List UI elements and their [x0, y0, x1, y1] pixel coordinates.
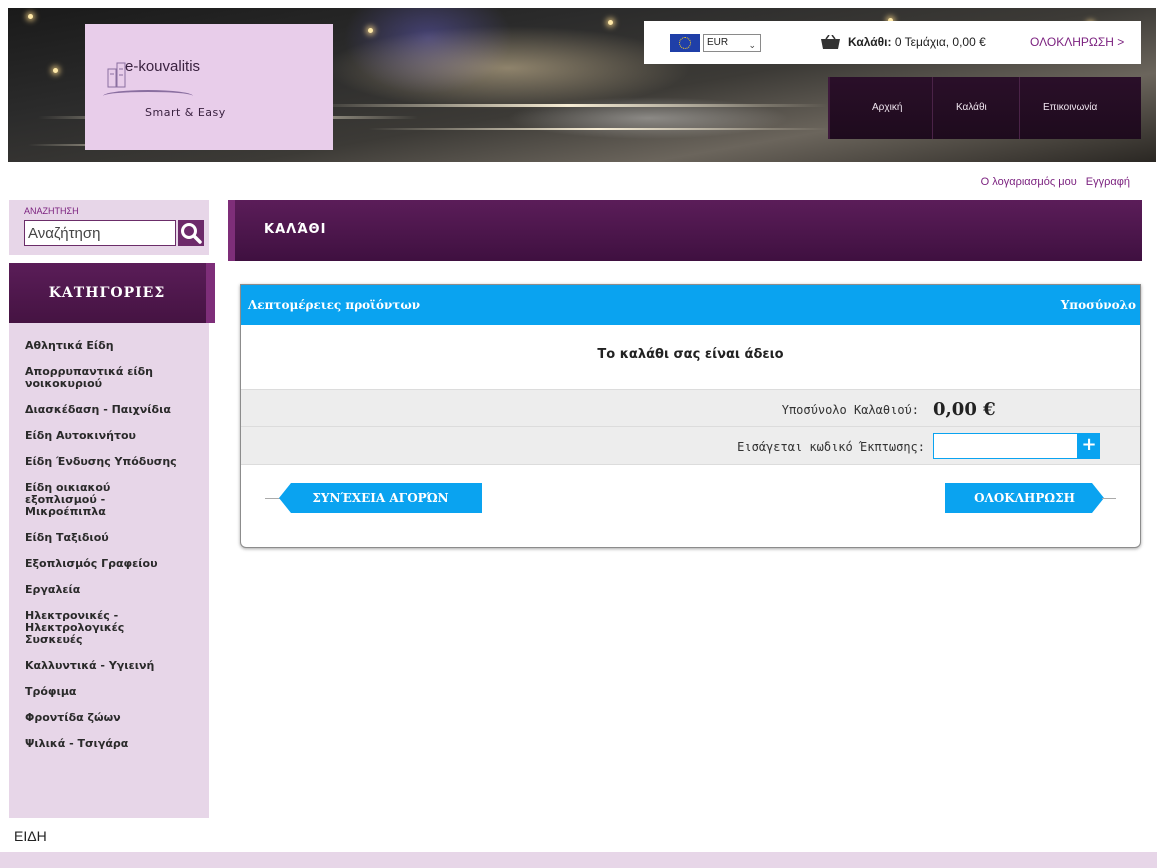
categories-header: ΚΑΤΗΓΟΡΙΕΣ	[9, 263, 215, 323]
category-item[interactable]: Ψιλικά - Τσιγάρα	[9, 738, 209, 750]
category-item[interactable]: Φροντίδα ζώων	[9, 712, 209, 724]
coupon-row: Εισάγεται κωδικό Έκπτωσης: +	[241, 427, 1140, 465]
search-label: ΑΝΑΖΗΤΗΣΗ	[24, 206, 79, 216]
column-header-subtotal: Υποσύνολο	[1060, 298, 1136, 312]
category-list: Αθλητικά Είδη Απορρυπαντικά είδη νοικοκυ…	[9, 323, 209, 818]
light-streak	[368, 128, 828, 130]
checkout-link[interactable]: ΟΛΟΚΛΗΡΩΣΗ >	[1030, 35, 1124, 49]
cart-panel: Λεπτομέρειες προϊόντων Υποσύνολο Το καλά…	[240, 284, 1141, 548]
cart-label: Καλάθι:	[848, 35, 892, 49]
apply-coupon-button[interactable]: +	[1078, 433, 1100, 459]
subtotal-row: Υποσύνολο Καλαθιού: 0,00 €	[241, 389, 1140, 427]
nav-item-home[interactable]: Αρχική	[872, 102, 902, 113]
nav-divider	[1019, 77, 1020, 139]
page-header: ΚΑΛΆΘΙ	[228, 200, 1142, 261]
currency-select[interactable]: EUR ⌄	[703, 34, 761, 52]
footer-bar	[0, 852, 1157, 868]
site-logo[interactable]: e-kouvalitis Smart & Easy	[85, 24, 333, 150]
category-item[interactable]: Τρόφιμα	[9, 686, 209, 698]
section-label: ΕΙΔΗ	[14, 828, 47, 844]
logo-name: e-kouvalitis	[125, 58, 201, 75]
categories-title: ΚΑΤΗΓΟΡΙΕΣ	[48, 285, 166, 301]
category-item[interactable]: Απορρυπαντικά είδη νοικοκυριού	[9, 366, 209, 390]
currency-value: EUR	[707, 37, 729, 48]
eu-flag-icon	[670, 34, 700, 52]
logo-tagline: Smart & Easy	[145, 106, 226, 119]
coupon-input[interactable]	[933, 433, 1078, 459]
subtotal-value: 0,00 €	[933, 399, 996, 420]
divider-line	[1102, 498, 1116, 499]
light-dot	[608, 20, 613, 25]
register-link[interactable]: Εγγραφή	[1086, 176, 1130, 188]
main-nav: Αρχική Καλάθι Επικοινωνία	[828, 77, 1141, 139]
coupon-label: Εισάγεται κωδικό Έκπτωσης:	[737, 440, 925, 454]
search-input[interactable]	[24, 220, 176, 246]
search-icon	[181, 223, 202, 244]
category-item[interactable]: Εργαλεία	[9, 584, 209, 596]
category-item[interactable]: Είδη Αυτοκινήτου	[9, 430, 209, 442]
category-item[interactable]: Είδη Ένδυσης Υπόδυσης	[9, 456, 209, 468]
category-item[interactable]: Καλλυντικά - Υγιεινή	[9, 660, 209, 672]
light-dot	[368, 28, 373, 33]
basket-icon[interactable]	[820, 35, 841, 50]
category-item[interactable]: Αθλητικά Είδη	[9, 340, 209, 352]
account-links: Ο λογαριασμός μου Εγγραφή	[981, 176, 1130, 188]
category-item[interactable]: Εξοπλισμός Γραφείου	[9, 558, 209, 570]
chevron-down-icon: ⌄	[748, 40, 756, 50]
top-bar: EUR ⌄ Καλάθι: 0 Τεμάχια, 0,00 € ΟΛΟΚΛΗΡΩ…	[644, 21, 1141, 64]
my-account-link[interactable]: Ο λογαριασμός μου	[981, 176, 1077, 188]
logo-swoosh	[103, 90, 193, 102]
light-streak	[308, 104, 828, 107]
nav-divider	[932, 77, 933, 139]
category-item[interactable]: Διασκέδαση - Παιχνίδια	[9, 404, 209, 416]
checkout-button[interactable]: ΟΛΟΚΛΗΡΩΣΗ	[945, 483, 1104, 513]
light-dot	[28, 14, 33, 19]
column-header-details: Λεπτομέρειες προϊόντων	[248, 298, 421, 312]
divider-line	[265, 498, 281, 499]
nav-item-contact[interactable]: Επικοινωνία	[1043, 102, 1097, 113]
search-button[interactable]	[178, 220, 204, 246]
cart-count: 0 Τεμάχια, 0,00 €	[894, 35, 986, 49]
empty-cart-message: Το καλάθι σας είναι άδειο	[597, 347, 784, 362]
continue-shopping-button[interactable]: ΣΥΝΈΧΕΙΑ ΑΓΟΡΏΝ	[279, 483, 482, 513]
category-item[interactable]: Είδη Ταξιδιού	[9, 532, 209, 544]
cart-summary[interactable]: Καλάθι: 0 Τεμάχια, 0,00 €	[848, 35, 986, 49]
category-item[interactable]: Είδη οικιακού εξοπλισμού - Μικροέπιπλα	[9, 482, 129, 518]
category-item[interactable]: Ηλεκτρονικές - Ηλεκτρολογικές Συσκευές	[9, 610, 139, 646]
search-panel: ΑΝΑΖΗΤΗΣΗ	[9, 200, 209, 255]
page-title: ΚΑΛΆΘΙ	[264, 222, 327, 237]
subtotal-label: Υποσύνολο Καλαθιού:	[781, 403, 919, 417]
light-dot	[53, 68, 58, 73]
nav-item-cart[interactable]: Καλάθι	[956, 102, 987, 113]
cart-table-header: Λεπτομέρειες προϊόντων Υποσύνολο	[241, 285, 1140, 325]
